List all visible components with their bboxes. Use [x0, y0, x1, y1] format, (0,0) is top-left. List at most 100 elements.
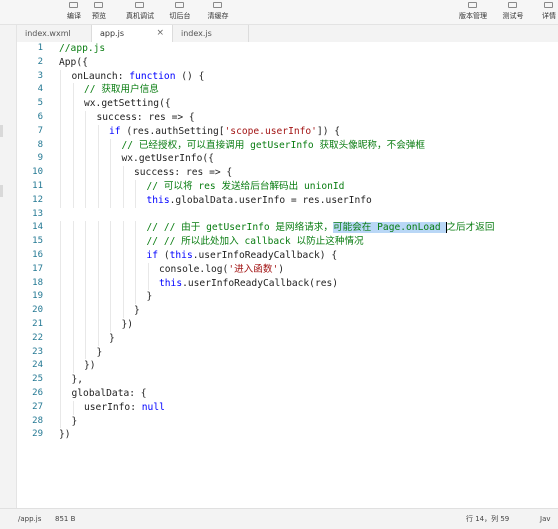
- indent-guide: [60, 166, 61, 180]
- status-cursor-position: 行 14，列 59: [466, 515, 510, 523]
- details-icon: [544, 2, 553, 8]
- indent-guide: [97, 152, 99, 167]
- code-token: }: [146, 291, 153, 303]
- toolbar-debug-button[interactable]: 真机调试: [120, 0, 160, 24]
- indent-guide: [60, 373, 61, 387]
- code-text: userInfo: null: [84, 401, 165, 415]
- code-text: // 获取用户信息: [84, 83, 159, 97]
- indent-guide: [122, 235, 124, 249]
- indent-guide: [60, 97, 61, 111]
- code-editor[interactable]: 1//app.js 2 App({3 onLaunch: function () {4…: [17, 42, 558, 508]
- line-number: 8: [37, 139, 43, 150]
- toolbar-test-account-button[interactable]: 测试号: [493, 0, 533, 24]
- code-token: if: [146, 250, 159, 261]
- indent-guide: [60, 262, 61, 277]
- indent-guide: [72, 249, 74, 263]
- indent-guide: [110, 180, 111, 194]
- indent-guide: [110, 221, 111, 236]
- line-number: 26: [32, 388, 43, 398]
- indent-guide: [72, 318, 74, 332]
- indent-guide: [97, 138, 99, 153]
- code-text: this.userInfoReadyCallback(res): [159, 277, 338, 291]
- code-text: this.globalData.userInfo = res.userInfo: [147, 194, 372, 208]
- code-token: ): [278, 263, 285, 275]
- line-number: 6: [37, 112, 43, 122]
- indent-guide: [122, 166, 124, 180]
- indent-guide: [60, 359, 61, 374]
- code-line: 22}: [17, 331, 558, 346]
- code-token: onLaunch:: [71, 70, 130, 82]
- indent-guide: [85, 345, 86, 360]
- code-token: 'scope.userInfo': [224, 125, 317, 137]
- toolbar-clear-cache-button[interactable]: 清缓存: [198, 0, 238, 24]
- code-line: 6 success: res => {: [17, 111, 558, 125]
- indent-guide: [85, 262, 86, 277]
- line-number: 4: [37, 84, 43, 95]
- code-token: ]) {: [316, 125, 341, 137]
- indent-guide: [147, 262, 149, 277]
- indent-guide: [72, 124, 74, 139]
- close-tab-icon[interactable]: ×: [156, 25, 164, 42]
- code-token: this: [159, 277, 183, 289]
- tab-index-js[interactable]: index.js: [173, 25, 249, 42]
- indent-guide: [72, 304, 74, 318]
- indent-guide: [97, 235, 99, 249]
- indent-guide: [85, 152, 86, 167]
- code-token: // // 所以此处加入 callback 以防止这种情况: [146, 236, 364, 248]
- line-number: 16: [32, 250, 43, 260]
- code-token: success: res => {: [134, 167, 233, 179]
- code-line: 7 if (res.authSetting['scope.userInfo']) …: [17, 124, 558, 139]
- code-line: 17 console.log('进入函数'): [17, 262, 558, 277]
- indent-guide: [97, 193, 99, 208]
- indent-guide: [110, 290, 111, 305]
- code-text: }: [134, 304, 140, 318]
- indent-guide: [60, 414, 61, 429]
- line-number: 10: [32, 167, 43, 178]
- indent-guide: [135, 249, 136, 263]
- compile-icon: [69, 2, 78, 8]
- toolbar-preview-button[interactable]: 预览: [79, 0, 119, 24]
- test-account-icon: [508, 2, 517, 8]
- indent-guide: [60, 152, 61, 167]
- code-line: 9 wx.getUserInfo({: [17, 152, 558, 167]
- code-token: }: [134, 305, 140, 317]
- tab-app-js[interactable]: app.js ×: [92, 25, 173, 43]
- code-text: console.log('进入函数'): [159, 263, 284, 277]
- indent-guide: [110, 304, 111, 318]
- indent-guide: [72, 345, 74, 360]
- indent-guide: [85, 193, 86, 208]
- code-token: App({: [59, 56, 88, 68]
- indent-guide: [97, 221, 99, 236]
- toolbar-background-button[interactable]: 切后台: [160, 0, 200, 24]
- line-number: 1: [37, 43, 43, 53]
- indent-guide: [135, 235, 136, 249]
- code-line: 29}): [17, 428, 558, 442]
- indent-guide: [60, 331, 61, 346]
- code-text: success: res => {: [134, 166, 232, 180]
- indent-guide: [72, 193, 74, 208]
- code-line: 11 // 可以将 res 发送给后台解码出 unionId: [17, 180, 558, 194]
- code-text: }): [84, 359, 96, 373]
- indent-guide: [72, 290, 74, 305]
- toolbar-details-button[interactable]: 详情: [529, 0, 558, 24]
- toolbar-label: 真机调试: [126, 12, 154, 20]
- indent-guide: [122, 249, 124, 263]
- tab-index-wxml[interactable]: index.wxml: [17, 25, 92, 42]
- indent-guide: [60, 193, 61, 208]
- line-number: 21: [32, 319, 43, 329]
- indent-guide: [60, 124, 61, 139]
- code-line: 5 wx.getSetting({: [17, 97, 558, 111]
- code-text: }): [122, 318, 134, 332]
- clear-cache-icon: [213, 2, 222, 8]
- indent-guide: [97, 249, 99, 263]
- indent-guide: [60, 318, 61, 332]
- sidebar-marker: [0, 185, 3, 197]
- code-token: // 获取用户信息: [84, 84, 159, 96]
- toolbar-version-button[interactable]: 版本管理: [453, 0, 493, 24]
- indent-guide: [110, 166, 111, 180]
- editor-tab-bar: index.wxml app.js × index.js: [17, 25, 558, 43]
- code-token: }): [59, 429, 71, 441]
- code-text: }: [97, 346, 103, 360]
- indent-guide: [122, 221, 124, 236]
- toolbar-label: 清缓存: [207, 12, 229, 20]
